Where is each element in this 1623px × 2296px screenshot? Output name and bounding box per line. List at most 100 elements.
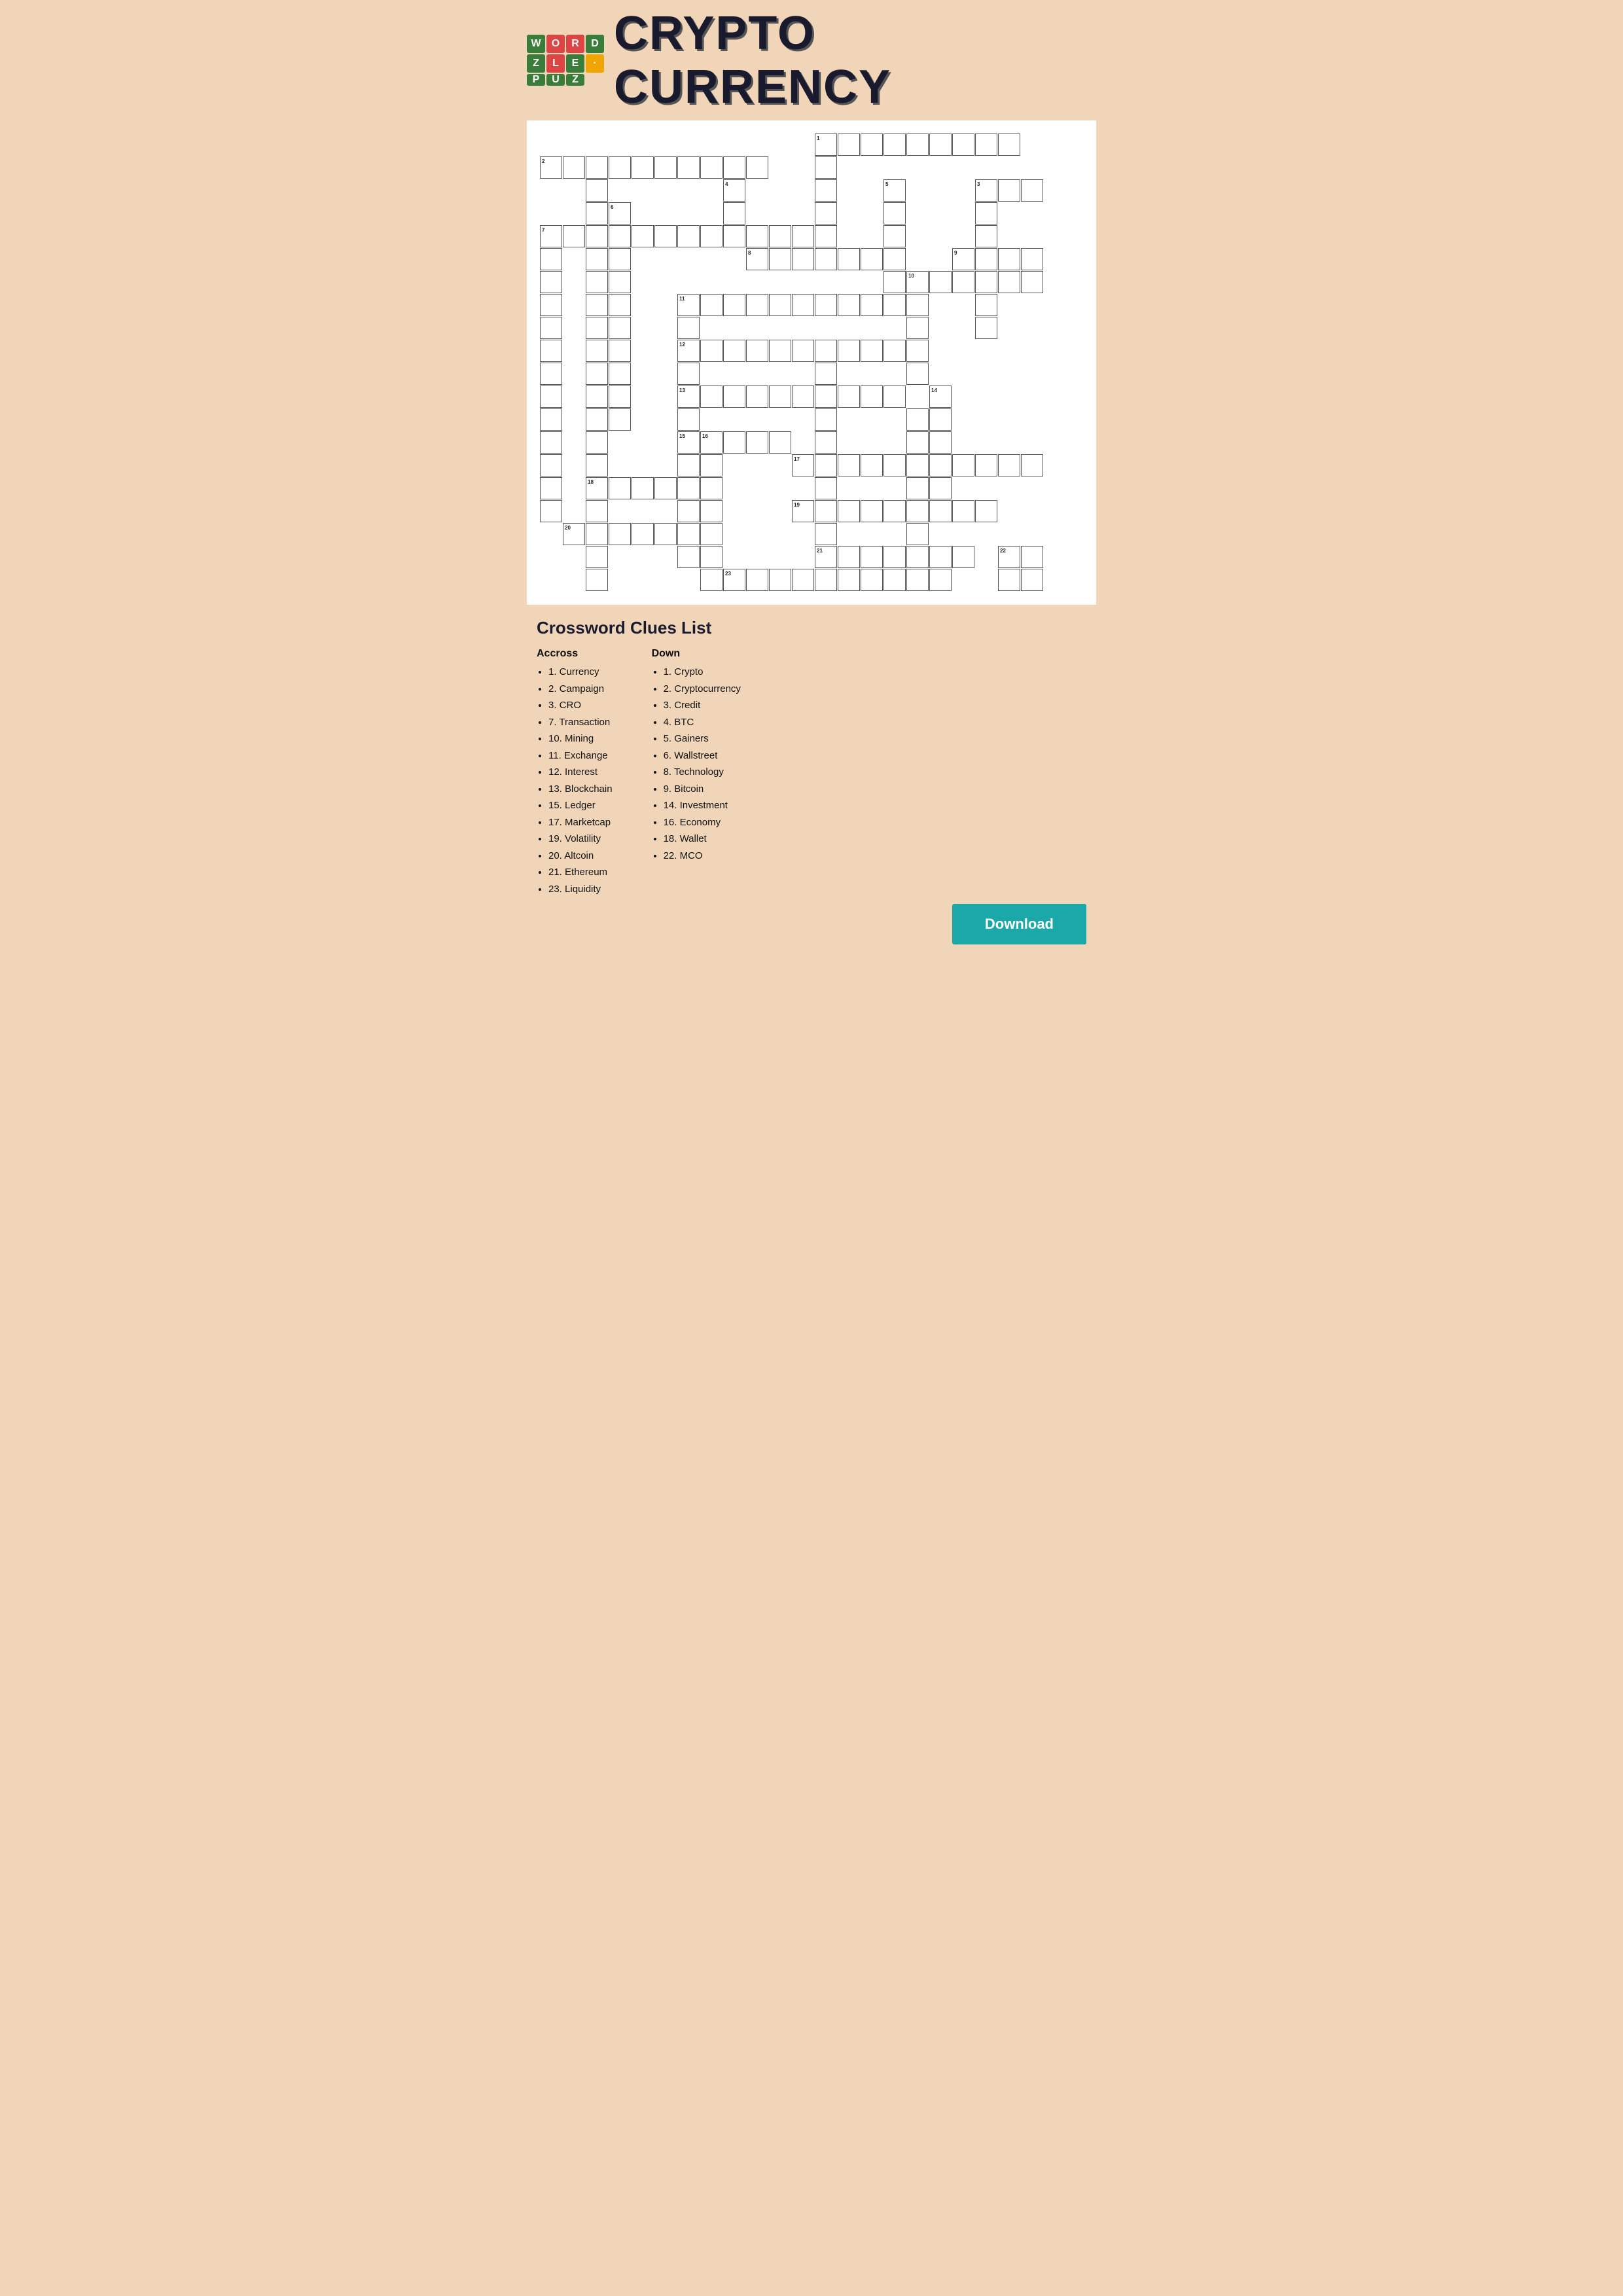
cell[interactable] [838, 569, 860, 591]
cell[interactable] [677, 156, 700, 179]
cell[interactable] [700, 294, 722, 316]
cell[interactable] [540, 248, 562, 270]
cell[interactable] [609, 156, 631, 179]
cell[interactable] [838, 340, 860, 362]
cell[interactable] [723, 294, 745, 316]
cell[interactable] [883, 569, 906, 591]
cell[interactable] [609, 477, 631, 499]
cell[interactable] [723, 431, 745, 454]
cell[interactable] [723, 225, 745, 247]
cell-7[interactable]: 7 [540, 225, 562, 247]
cell[interactable] [677, 225, 700, 247]
cell[interactable] [632, 523, 654, 545]
cell[interactable] [815, 431, 837, 454]
cell[interactable] [815, 408, 837, 431]
cell[interactable] [609, 408, 631, 431]
cell[interactable] [586, 569, 608, 591]
cell-6[interactable]: 6 [609, 202, 631, 224]
cell[interactable] [746, 386, 768, 408]
cell[interactable] [838, 500, 860, 522]
cell[interactable] [609, 271, 631, 293]
cell[interactable] [815, 294, 837, 316]
cell[interactable] [746, 294, 768, 316]
cell-13[interactable]: 13 [677, 386, 700, 408]
cell[interactable] [998, 271, 1020, 293]
cell[interactable] [654, 477, 677, 499]
cell[interactable] [906, 569, 929, 591]
cell[interactable] [906, 134, 929, 156]
cell[interactable] [723, 202, 745, 224]
cell[interactable] [929, 431, 952, 454]
cell[interactable] [677, 317, 700, 339]
cell[interactable] [769, 340, 791, 362]
cell[interactable] [586, 179, 608, 202]
cell[interactable] [632, 225, 654, 247]
cell[interactable] [700, 386, 722, 408]
cell[interactable] [540, 340, 562, 362]
cell[interactable] [861, 248, 883, 270]
cell-10[interactable]: 10 [906, 271, 929, 293]
cell[interactable] [815, 248, 837, 270]
cell[interactable] [975, 248, 997, 270]
cell[interactable] [677, 546, 700, 568]
cell[interactable] [769, 431, 791, 454]
cell[interactable] [700, 569, 722, 591]
cell[interactable] [677, 454, 700, 476]
cell[interactable] [861, 294, 883, 316]
cell-19[interactable]: 19 [792, 500, 814, 522]
cell[interactable] [700, 546, 722, 568]
cell[interactable] [815, 454, 837, 476]
cell[interactable] [883, 500, 906, 522]
cell-18[interactable]: 18 [586, 477, 608, 499]
cell[interactable] [952, 271, 974, 293]
cell[interactable] [540, 454, 562, 476]
cell-23[interactable]: 23 [723, 569, 745, 591]
cell[interactable] [700, 477, 722, 499]
cell[interactable] [769, 225, 791, 247]
cell-4[interactable]: 4 [723, 179, 745, 202]
cell[interactable] [906, 546, 929, 568]
cell[interactable] [906, 431, 929, 454]
cell[interactable] [700, 225, 722, 247]
cell[interactable] [677, 477, 700, 499]
cell[interactable] [540, 500, 562, 522]
cell[interactable] [906, 317, 929, 339]
cell[interactable] [769, 569, 791, 591]
cell[interactable] [792, 248, 814, 270]
cell[interactable] [540, 477, 562, 499]
cell-11[interactable]: 11 [677, 294, 700, 316]
cell[interactable] [586, 500, 608, 522]
cell[interactable] [586, 271, 608, 293]
cell[interactable] [609, 340, 631, 362]
cell[interactable] [929, 408, 952, 431]
cell[interactable] [838, 134, 860, 156]
cell[interactable] [540, 271, 562, 293]
cell[interactable] [883, 134, 906, 156]
cell[interactable] [838, 546, 860, 568]
cell[interactable] [975, 271, 997, 293]
cell[interactable] [883, 386, 906, 408]
cell[interactable] [700, 340, 722, 362]
cell[interactable] [815, 179, 837, 202]
cell-14[interactable]: 14 [929, 386, 952, 408]
cell[interactable] [838, 386, 860, 408]
cell[interactable] [975, 202, 997, 224]
cell[interactable] [861, 340, 883, 362]
cell[interactable] [586, 454, 608, 476]
cell[interactable] [586, 340, 608, 362]
cell[interactable] [815, 523, 837, 545]
cell[interactable] [654, 156, 677, 179]
cell[interactable] [929, 546, 952, 568]
cell[interactable] [815, 386, 837, 408]
cell[interactable] [906, 408, 929, 431]
cell[interactable] [792, 340, 814, 362]
cell[interactable] [677, 523, 700, 545]
cell[interactable] [586, 248, 608, 270]
cell[interactable] [861, 546, 883, 568]
cell[interactable] [815, 340, 837, 362]
cell[interactable] [700, 500, 722, 522]
cell-9[interactable]: 9 [952, 248, 974, 270]
cell[interactable] [792, 225, 814, 247]
cell-1[interactable]: 1 [815, 134, 837, 156]
cell[interactable] [861, 386, 883, 408]
